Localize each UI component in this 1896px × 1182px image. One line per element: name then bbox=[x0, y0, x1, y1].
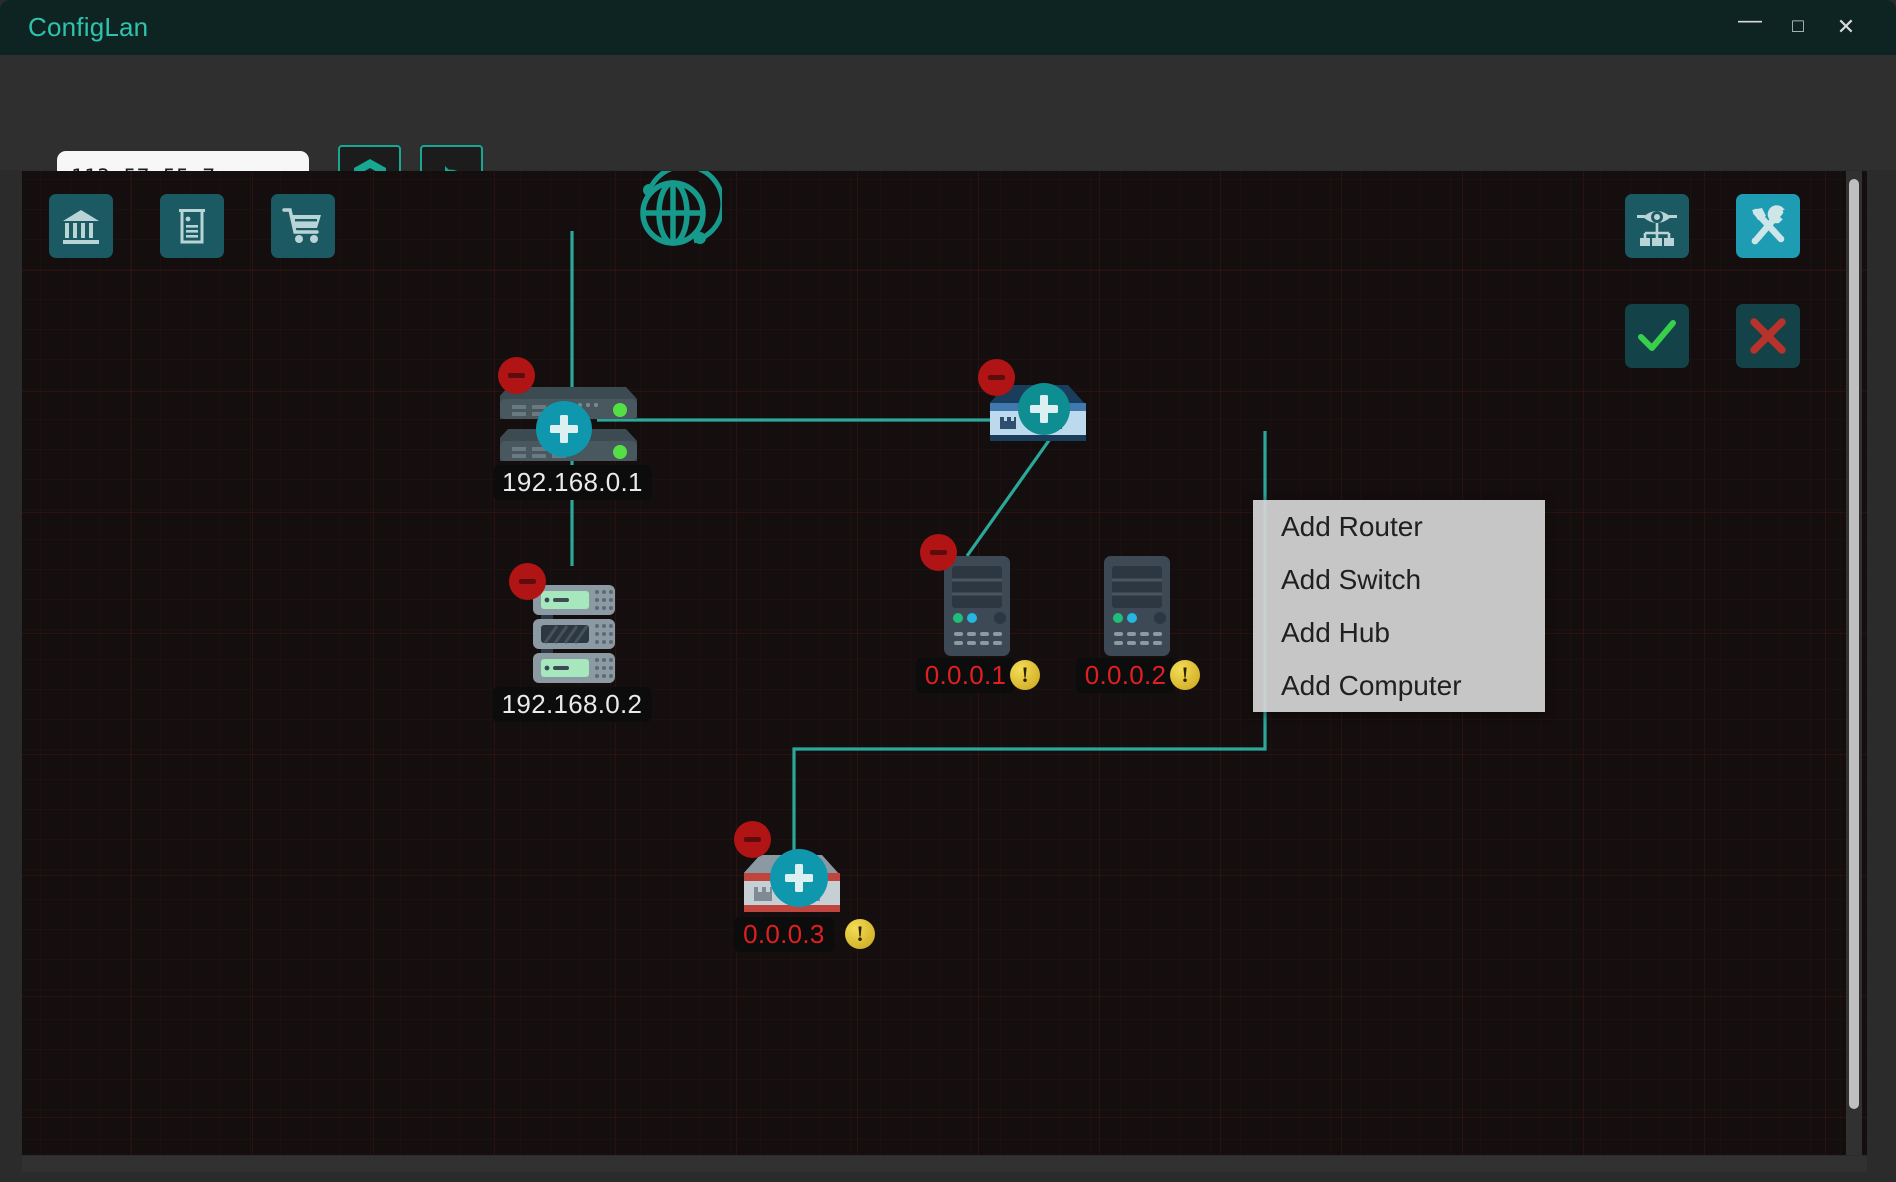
maximize-icon: □ bbox=[1792, 16, 1803, 37]
document-button[interactable] bbox=[160, 194, 224, 258]
node-internet[interactable] bbox=[624, 171, 722, 269]
node-router-1[interactable]: 192.168.0.1 bbox=[500, 379, 645, 489]
close-icon: ✕ bbox=[1837, 14, 1855, 39]
node-computer-2[interactable]: 0.0.0.2 ! bbox=[1100, 556, 1175, 686]
vertical-scrollbar[interactable] bbox=[1846, 171, 1862, 1155]
add-connection-button[interactable] bbox=[770, 849, 828, 907]
hammer-wrench-icon bbox=[1746, 204, 1790, 248]
maximize-button[interactable]: □ bbox=[1775, 8, 1821, 46]
context-menu[interactable]: Add Router Add Switch Add Hub Add Comput… bbox=[1253, 500, 1545, 712]
context-menu-item-add-router[interactable]: Add Router bbox=[1253, 500, 1545, 553]
vertical-scrollbar-thumb[interactable] bbox=[1849, 179, 1859, 1109]
plus-icon bbox=[782, 861, 816, 895]
plus-icon bbox=[1028, 393, 1060, 425]
shopping-cart-icon bbox=[282, 206, 324, 246]
remove-node-button[interactable] bbox=[978, 359, 1015, 396]
remove-node-button[interactable] bbox=[509, 563, 546, 600]
app-title: ConfigLan bbox=[28, 12, 148, 43]
context-menu-item-add-hub[interactable]: Add Hub bbox=[1253, 606, 1545, 659]
monitor-button[interactable] bbox=[1625, 194, 1689, 258]
remove-node-button[interactable] bbox=[920, 534, 957, 571]
add-connection-button[interactable] bbox=[1018, 383, 1070, 435]
network-canvas[interactable]: 192.168.0.1 bbox=[22, 171, 1867, 1155]
minus-icon bbox=[508, 373, 525, 378]
confirm-button[interactable] bbox=[1625, 304, 1689, 368]
warning-badge: ! bbox=[845, 919, 875, 949]
cancel-button[interactable] bbox=[1736, 304, 1800, 368]
tools-button[interactable] bbox=[1736, 194, 1800, 258]
document-icon bbox=[172, 206, 212, 246]
warning-badge: ! bbox=[1170, 660, 1200, 690]
check-icon bbox=[1635, 314, 1679, 358]
node-ip-label: 0.0.0.3 bbox=[734, 917, 834, 952]
horizontal-scrollbar[interactable] bbox=[22, 1156, 1867, 1172]
node-hub-1[interactable]: 192.168.0.2 bbox=[517, 581, 627, 711]
shop-button[interactable] bbox=[271, 194, 335, 258]
remove-node-button[interactable] bbox=[734, 821, 771, 858]
node-ip-label: 192.168.0.2 bbox=[493, 687, 652, 722]
minus-icon bbox=[930, 550, 947, 555]
cross-icon bbox=[1746, 314, 1790, 358]
close-button[interactable]: ✕ bbox=[1823, 8, 1869, 46]
toolbar: 113.57.55.7 bbox=[0, 55, 1896, 170]
minimize-button[interactable]: — bbox=[1727, 8, 1773, 46]
title-bar: ConfigLan — □ ✕ bbox=[0, 0, 1896, 55]
node-ip-label: 0.0.0.2 bbox=[1076, 658, 1176, 693]
minus-icon bbox=[744, 837, 761, 842]
node-ip-label: 192.168.0.1 bbox=[493, 465, 652, 500]
edge-switch-computer bbox=[967, 439, 1050, 556]
node-computer-1[interactable]: 0.0.0.1 ! bbox=[940, 556, 1015, 686]
node-switch-1[interactable] bbox=[990, 381, 1095, 451]
edge-switch-bottom bbox=[794, 431, 1265, 856]
warning-badge: ! bbox=[1010, 660, 1040, 690]
bank-icon bbox=[61, 206, 101, 246]
remove-node-button[interactable] bbox=[498, 357, 535, 394]
globe-icon bbox=[624, 171, 722, 264]
network-eye-icon bbox=[1635, 205, 1679, 247]
minimize-icon: — bbox=[1738, 2, 1762, 40]
node-ip-label: 0.0.0.1 bbox=[916, 658, 1016, 693]
computer-icon bbox=[940, 556, 1015, 661]
minus-icon bbox=[519, 579, 536, 584]
minus-icon bbox=[988, 375, 1005, 380]
computer-icon bbox=[1100, 556, 1175, 661]
context-menu-item-add-switch[interactable]: Add Switch bbox=[1253, 553, 1545, 606]
bank-button[interactable] bbox=[49, 194, 113, 258]
add-connection-button[interactable] bbox=[536, 401, 592, 457]
node-switch-2[interactable]: 0.0.0.3 ! bbox=[744, 851, 849, 961]
plus-icon bbox=[547, 412, 581, 446]
context-menu-item-add-computer[interactable]: Add Computer bbox=[1253, 659, 1545, 712]
